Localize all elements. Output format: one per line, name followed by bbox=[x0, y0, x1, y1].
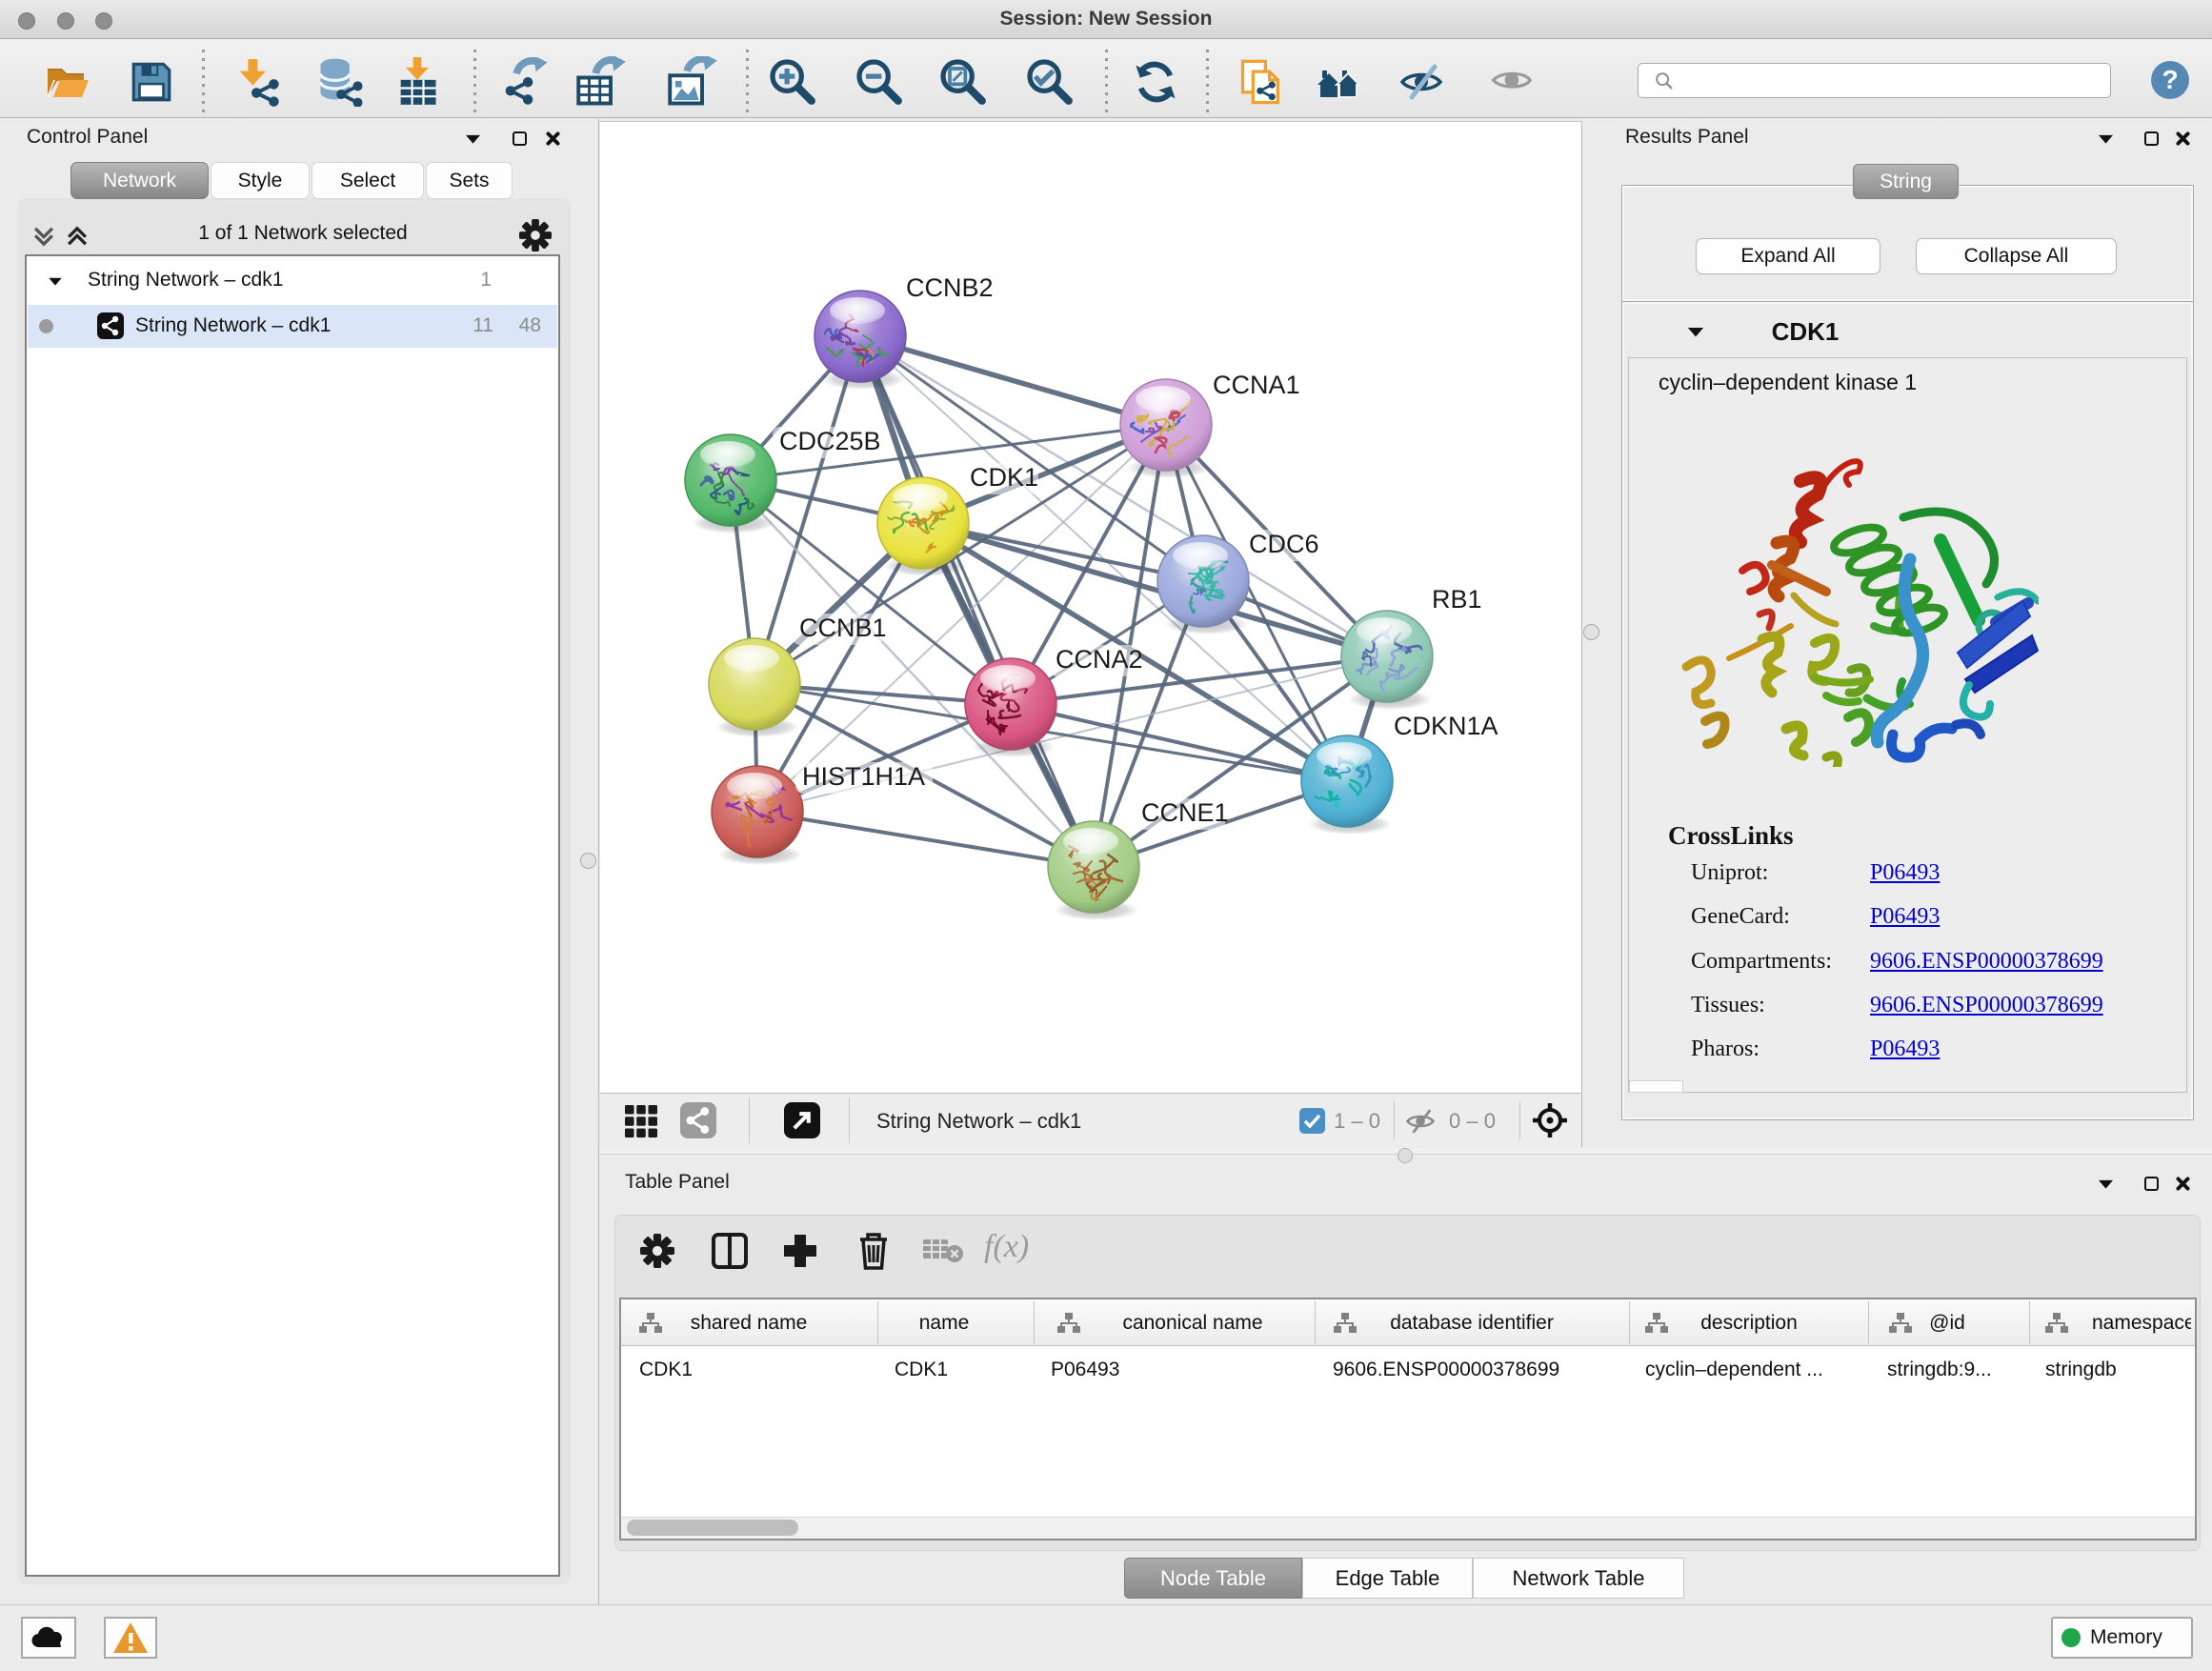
svg-text:CDKN1A: CDKN1A bbox=[1394, 712, 1498, 740]
svg-text:CCNB2: CCNB2 bbox=[906, 273, 994, 302]
svg-text:RB1: RB1 bbox=[1432, 585, 1482, 614]
svg-text:CCNA1: CCNA1 bbox=[1213, 371, 1300, 399]
svg-text:HIST1H1A: HIST1H1A bbox=[802, 762, 925, 791]
svg-text:CDK1: CDK1 bbox=[970, 463, 1038, 492]
svg-text:CDC25B: CDC25B bbox=[779, 427, 881, 455]
svg-text:CCNB1: CCNB1 bbox=[799, 614, 887, 642]
svg-text:CCNA2: CCNA2 bbox=[1056, 645, 1143, 674]
svg-text:CCNE1: CCNE1 bbox=[1141, 798, 1229, 827]
svg-text:CDC6: CDC6 bbox=[1249, 530, 1319, 558]
